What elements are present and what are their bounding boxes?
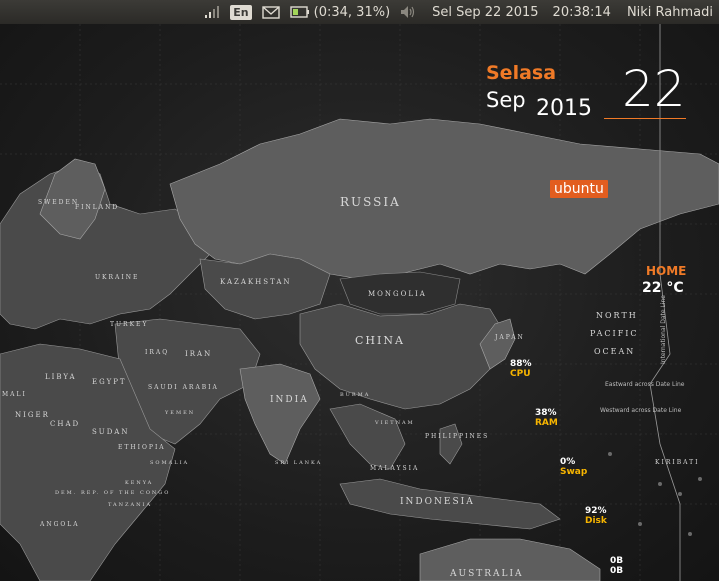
calendar-month-year: Sep	[486, 88, 526, 112]
label-north-pacific-1: NORTH	[596, 311, 638, 320]
cpu-value: 88%	[510, 359, 532, 369]
network-indicator[interactable]	[204, 0, 220, 24]
network-down-value: 0B	[610, 556, 624, 566]
cpu-stat: 88% CPU	[510, 359, 532, 379]
ram-label: RAM	[535, 418, 558, 428]
label-kiribati: KIRIBATI	[655, 459, 700, 466]
calendar-day-number: 22	[622, 60, 686, 118]
label-sri-lanka: SRI LANKA	[275, 460, 322, 466]
label-iraq: IRAQ	[145, 349, 169, 356]
sound-indicator[interactable]	[400, 0, 416, 24]
label-somalia: SOMALIA	[150, 460, 189, 466]
session-indicator[interactable]: Niki Rahmadi	[627, 0, 713, 24]
calendar-day-name: Selasa	[486, 62, 557, 84]
panel-user-name: Niki Rahmadi	[626, 4, 713, 20]
disk-stat: 92% Disk	[585, 506, 607, 526]
weather-widget: HOME	[646, 264, 686, 278]
swap-label: Swap	[560, 467, 588, 477]
ram-stat: 38% RAM	[535, 408, 558, 428]
label-russia: RUSSIA	[340, 195, 401, 209]
panel-time: 20:38:14	[552, 4, 611, 20]
label-north-pacific-3: OCEAN	[594, 347, 635, 356]
calendar-year: 2015	[536, 96, 592, 121]
disk-label: Disk	[585, 516, 607, 526]
swap-value: 0%	[560, 457, 576, 467]
world-map-wallpaper: RUSSIA CHINA MONGOLIA KAZAKHSTAN INDIA I…	[0, 24, 719, 581]
calendar-year-wrap: 2015	[536, 96, 592, 121]
label-kazakhstan: KAZAKHSTAN	[220, 278, 292, 286]
label-chad: CHAD	[50, 420, 80, 428]
label-kenya: KENYA	[125, 480, 153, 486]
swap-stat: 0% Swap	[560, 457, 587, 477]
label-tanzania: TANZANIA	[108, 502, 152, 508]
weather-temperature: 22 °C	[642, 280, 684, 296]
mail-icon	[261, 5, 280, 19]
ubuntu-logo: ubuntu	[550, 178, 608, 198]
keyboard-layout-icon: En	[230, 4, 252, 20]
battery-status: (0:34, 31%)	[313, 4, 391, 20]
label-japan: JAPAN	[494, 334, 525, 341]
cpu-label: CPU	[510, 369, 531, 379]
calendar-widget: Selasa	[486, 62, 556, 84]
label-sudan: SUDAN	[92, 428, 130, 436]
label-saudi-arabia: SAUDI ARABIA	[148, 384, 219, 391]
datetime-indicator[interactable]: Sel Sep 22 2015 20:38:14	[432, 0, 611, 24]
label-india: INDIA	[270, 395, 309, 405]
network-signal-icon	[205, 6, 220, 18]
label-sweden: SWEDEN	[38, 199, 79, 206]
weather-temp-wrap: 22 °C	[642, 280, 684, 296]
weather-location: HOME	[646, 264, 687, 278]
label-china: CHINA	[355, 334, 405, 347]
label-burma: BURMA	[340, 392, 370, 398]
calendar-month: Sep	[486, 88, 526, 112]
ubuntu-logo-text: ubuntu	[550, 180, 608, 198]
messaging-indicator[interactable]	[261, 0, 280, 24]
battery-icon	[289, 6, 309, 18]
panel-date: Sel Sep 22 2015	[432, 4, 539, 20]
label-yemen: YEMEN	[164, 410, 195, 416]
label-niger: NIGER	[15, 411, 50, 419]
label-turkey: TURKEY	[110, 321, 148, 328]
label-vietnam: VIETNAM	[374, 420, 415, 426]
label-australia: AUSTRALIA	[449, 569, 524, 579]
label-angola: ANGOLA	[39, 521, 80, 528]
disk-value: 92%	[585, 506, 607, 516]
desktop: RUSSIA CHINA MONGOLIA KAZAKHSTAN INDIA I…	[0, 24, 719, 581]
label-malaysia: MALAYSIA	[370, 465, 419, 472]
network-up-value: 0B	[610, 566, 624, 576]
southeast-asia-landmass	[329, 403, 406, 470]
label-indonesia: INDONESIA	[400, 497, 475, 507]
keyboard-layout-indicator[interactable]: En	[230, 0, 252, 24]
label-congo: DEM. REP. OF THE CONGO	[55, 490, 170, 496]
label-libya: LIBYA	[45, 373, 77, 381]
russia-landmass	[169, 118, 719, 280]
label-west-across-date-line: Westward across Date Line	[600, 407, 682, 414]
calendar-underline	[604, 118, 686, 119]
label-east-across-date-line: Eastward across Date Line	[605, 381, 685, 388]
volume-icon	[401, 6, 415, 18]
ram-value: 38%	[535, 408, 557, 418]
label-ukraine: UKRAINE	[95, 274, 139, 281]
label-mongolia: MONGOLIA	[368, 290, 427, 298]
label-north-pacific-2: PACIFIC	[590, 329, 639, 338]
label-ethiopia: ETHIOPIA	[118, 444, 166, 451]
top-panel: En (0:34, 31%) Sel Sep 22 2015 20:38:14 …	[0, 0, 719, 24]
battery-indicator[interactable]: (0:34, 31%)	[289, 0, 391, 24]
label-mali: MALI	[2, 391, 27, 398]
label-international-date-line: International Date Line	[660, 295, 667, 364]
network-stat: 0B 0B	[610, 556, 623, 576]
label-egypt: EGYPT	[92, 378, 127, 386]
label-iran: IRAN	[185, 350, 212, 358]
calendar-day-wrap: 22	[622, 60, 686, 118]
china-landmass	[299, 303, 506, 410]
india-landmass	[239, 363, 321, 465]
label-finland: FINLAND	[75, 204, 119, 211]
label-philippines: PHILIPPINES	[425, 433, 489, 440]
philippines-landmass	[439, 423, 463, 465]
